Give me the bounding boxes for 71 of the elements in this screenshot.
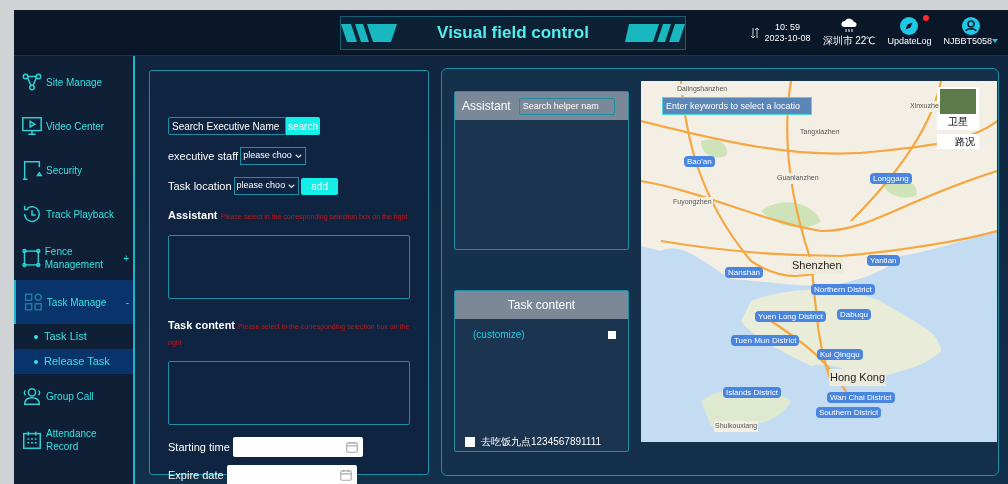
checkbox[interactable] [608, 330, 616, 339]
district-label: Nanshan [725, 267, 764, 278]
location-select[interactable]: please choo [233, 177, 300, 195]
staff-select[interactable]: please choo [240, 147, 306, 165]
date-field[interactable] [232, 437, 363, 457]
weather-text: 深圳市 22℃ [822, 34, 876, 48]
panel-title: Assistant [462, 98, 511, 115]
sidebar-item[interactable]: Video Center [14, 104, 133, 148]
customize-option[interactable]: (customize) [473, 327, 525, 342]
helper-search-field[interactable]: Search helper nam [518, 97, 615, 115]
update-log-button[interactable]: UpdateLog [887, 16, 932, 49]
transfer-icon [750, 26, 761, 39]
rain-cloud-icon [839, 17, 858, 33]
task-option-label: 去吃饭九点1234567891111 [481, 435, 602, 449]
district-label: Tuen Mun District [731, 335, 800, 346]
history-icon [21, 203, 43, 225]
sidebar-item[interactable]: Track Playback [14, 192, 133, 236]
expand-toggle[interactable]: - [125, 294, 129, 310]
date-field[interactable] [226, 465, 357, 484]
district-label: Yantian [867, 255, 900, 266]
frame-icon [21, 247, 42, 269]
field-label: executive staff [168, 148, 239, 164]
users-icon [21, 385, 43, 407]
gantry-icon [21, 159, 43, 181]
district-label: Bao'an [684, 156, 715, 167]
task-content-textarea[interactable] [168, 361, 410, 425]
district-label: Southern District [816, 407, 882, 418]
caret-icon [293, 151, 303, 161]
user-icon [961, 16, 980, 35]
field-label: Task location [168, 178, 232, 194]
sidebar-item[interactable]: Group Call [14, 374, 133, 418]
sidebar-item[interactable]: Site Manage [14, 60, 133, 104]
district-label: Longgang [870, 173, 912, 184]
assistant-textarea[interactable] [168, 235, 410, 299]
clock-date: 2023-10-08 [764, 32, 811, 44]
city-label: Hong Kong [829, 369, 887, 386]
search-field[interactable]: Search Executive Name [168, 117, 286, 135]
window-title: Visual field control [437, 22, 589, 45]
panel-title: Task content [507, 297, 576, 314]
calendar-icon [344, 440, 359, 454]
caret-icon [992, 39, 998, 44]
district-label: Dabuqu [837, 309, 872, 320]
sidebar-item[interactable]: Security [14, 148, 133, 192]
calendar-icon [338, 468, 353, 482]
caret-icon [287, 181, 297, 191]
location-search-field[interactable]: Enter keywords to select a locatio [662, 97, 812, 115]
sidebar-item[interactable]: Fence Management + [14, 236, 133, 280]
submenu-item[interactable]: Release Task [14, 349, 133, 374]
clock-time: 10: 59 [774, 21, 800, 33]
sidebar-item[interactable]: Attendance Record [14, 418, 133, 462]
traffic-layer-button[interactable]: 路况 [937, 134, 979, 149]
district-label: Islands District [723, 387, 781, 398]
checkbox[interactable] [465, 436, 475, 447]
city-label: Shenzhen [791, 257, 843, 274]
compass-icon [900, 16, 919, 35]
stripes-icon [625, 22, 685, 44]
field-label: Expire date [168, 467, 224, 483]
satellite-thumbnail [940, 89, 976, 114]
field-label: Starting time [168, 439, 230, 455]
district-label: Wan Chai District [827, 392, 895, 403]
user-menu[interactable]: NJBBT5058 [943, 16, 998, 49]
submenu-item[interactable]: Task List [14, 324, 133, 349]
district-label: Yuen Long District [755, 311, 826, 322]
monitor-icon [21, 115, 43, 137]
district-label: Kui Qingqu [817, 349, 863, 360]
district-label: Northern District [811, 284, 875, 295]
calendar-icon [21, 429, 43, 451]
nodes-icon [21, 71, 43, 93]
expand-toggle[interactable]: + [123, 250, 129, 266]
grid-icon [23, 291, 44, 313]
sidebar-item[interactable]: Task Manage - [14, 280, 133, 324]
